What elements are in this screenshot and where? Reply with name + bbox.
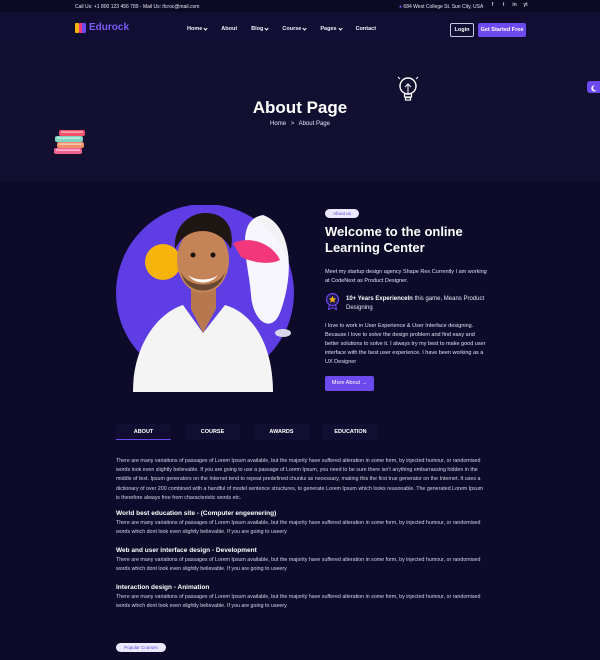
- nav-item-blog[interactable]: Blog: [251, 25, 270, 32]
- section-title: World best education site - (Computer en…: [116, 510, 277, 517]
- nav-item-pages[interactable]: Pages: [320, 25, 343, 32]
- chevron-down-icon: [264, 25, 270, 31]
- youtube-icon[interactable]: yt: [522, 2, 529, 9]
- about-heading: Welcome to the online Learning Center: [325, 224, 463, 255]
- section-title: Interaction design - Animation: [116, 584, 210, 591]
- about-image: [113, 205, 298, 392]
- twitter-icon[interactable]: t: [500, 2, 507, 9]
- logo-text: Edurock: [89, 22, 130, 33]
- page-title: About Page: [252, 98, 348, 117]
- breadcrumb-separator: >: [290, 121, 295, 127]
- tab-course[interactable]: COURSE: [185, 424, 240, 440]
- facebook-icon[interactable]: f: [489, 2, 496, 9]
- award-icon: [325, 293, 340, 310]
- nav-item-home[interactable]: Home: [187, 25, 208, 32]
- page-hero: About Page Home > About Page: [0, 47, 600, 182]
- about-badge: About us: [325, 209, 359, 218]
- address-info: ● 684 West College St. Sun City, USA: [399, 4, 483, 10]
- breadcrumb-current: About Page: [298, 121, 330, 127]
- instagram-icon[interactable]: in: [511, 2, 518, 9]
- login-button[interactable]: Login: [450, 23, 474, 37]
- experience-text: 10+ Years ExperienceIn this game, Means …: [346, 295, 496, 313]
- section-title: Web and user interface design - Developm…: [116, 547, 257, 554]
- nav-item-course[interactable]: Course: [282, 25, 307, 32]
- contact-info: Call Us: +1 800 123 456 789 - Mail Us: i…: [75, 3, 200, 10]
- nav-item-about[interactable]: About: [221, 26, 237, 32]
- top-bar: Call Us: +1 800 123 456 789 - Mail Us: i…: [0, 0, 600, 12]
- lightbulb-icon: [397, 76, 419, 101]
- nav-menu: Home About Blog Course Pages Contact: [187, 25, 390, 32]
- tab-education[interactable]: EDUCATION: [323, 424, 378, 440]
- chevron-down-icon: [302, 25, 307, 31]
- experience-highlight: 10+ Years ExperienceIn: [346, 296, 413, 302]
- chevron-down-icon: [337, 25, 343, 31]
- breadcrumb: Home > About Page: [0, 121, 600, 127]
- address-text: 684 West College St. Sun City, USA: [403, 3, 484, 10]
- more-about-button[interactable]: More About →: [325, 376, 374, 391]
- section-text: There are many variations of passages of…: [116, 557, 481, 573]
- section-text: There are many variations of passages of…: [116, 520, 481, 536]
- nav-item-contact[interactable]: Contact: [356, 26, 376, 32]
- social-links: f t in yt: [489, 2, 529, 9]
- tab-about[interactable]: ABOUT: [116, 424, 171, 440]
- section-text: There are many variations of passages of…: [116, 594, 481, 610]
- tab-intro-text: There are many variations of passages of…: [116, 458, 484, 501]
- moon-icon: [591, 85, 597, 92]
- breadcrumb-home[interactable]: Home: [270, 121, 286, 127]
- books-icon: [54, 130, 85, 154]
- main-navbar: Edurock Home About Blog Course Pages Con…: [0, 12, 600, 47]
- popular-courses-badge: Popular Courses: [116, 643, 166, 652]
- chevron-down-icon: [203, 25, 208, 31]
- logo-icon: [75, 22, 86, 33]
- about-body: I love to work in User Experience & User…: [325, 323, 486, 365]
- location-icon: ●: [399, 3, 403, 10]
- dark-mode-toggle[interactable]: [587, 81, 600, 93]
- about-intro: Meet my startup design agency Shape Rex …: [325, 269, 487, 284]
- tab-awards[interactable]: AWARDS: [254, 424, 309, 440]
- site-logo[interactable]: Edurock: [75, 22, 129, 33]
- get-started-button[interactable]: Get Started Free: [478, 23, 526, 37]
